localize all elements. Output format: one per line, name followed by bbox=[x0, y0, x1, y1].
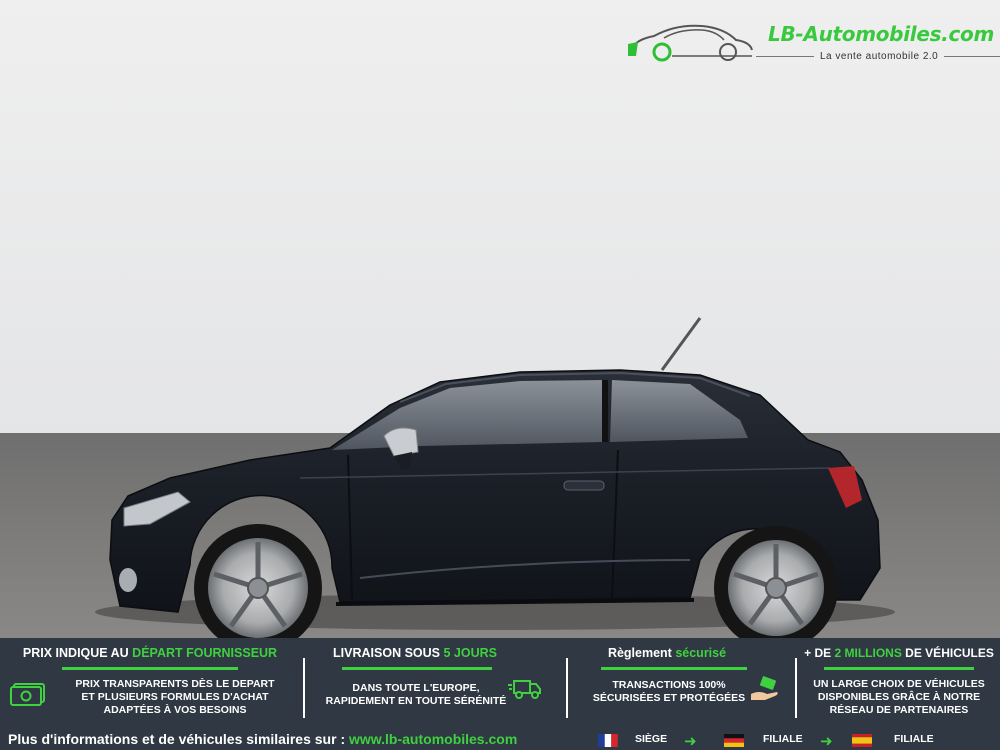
website-link[interactable]: www.lb-automobiles.com bbox=[349, 731, 517, 747]
feature-underline bbox=[601, 667, 747, 670]
banner-divider bbox=[566, 658, 568, 718]
location-branch-germany: FILIALE bbox=[763, 733, 803, 745]
location-hq: SIÈGE bbox=[635, 733, 668, 745]
feature-description: UN LARGE CHOIX DE VÉHICULES DISPONIBLES … bbox=[813, 678, 985, 716]
feature-title: PRIX INDIQUE AU DÉPART FOURNISSEUR bbox=[22, 646, 278, 660]
feature-underline bbox=[824, 667, 974, 670]
truck-icon bbox=[508, 680, 541, 699]
france-flag bbox=[598, 734, 618, 747]
feature-description: DANS TOUTE L'EUROPE, RAPIDEMENT EN TOUTE… bbox=[325, 682, 507, 707]
feature-description: TRANSACTIONS 100% SÉCURISÉES ET PROTÉGÉE… bbox=[592, 679, 746, 704]
feature-description: PRIX TRANSPARENTS DÈS LE DEPART ET PLUSI… bbox=[75, 678, 275, 716]
feature-title: + DE 2 MILLIONS DE VÉHICULES bbox=[804, 646, 994, 660]
car-outline-icon bbox=[628, 24, 753, 62]
feature-underline bbox=[342, 667, 492, 670]
car-photo-scene bbox=[0, 0, 1000, 638]
feature-stock: + DE 2 MILLIONS DE VÉHICULES UN LARGE CH… bbox=[798, 638, 1000, 726]
arrow-right-icon: ➜ bbox=[684, 733, 697, 750]
banner-divider bbox=[303, 658, 305, 718]
arrow-right-icon: ➜ bbox=[820, 733, 833, 750]
footer: Plus d'informations et de véhicules simi… bbox=[0, 728, 1000, 750]
footer-info: Plus d'informations et de véhicules simi… bbox=[8, 731, 518, 747]
feature-title: LIVRAISON SOUS 5 JOURS bbox=[333, 646, 497, 660]
feature-price: PRIX INDIQUE AU DÉPART FOURNISSEUR PRIX … bbox=[0, 638, 300, 726]
logo-name: LB-Automobiles.com bbox=[768, 22, 995, 46]
logo-tagline: La vente automobile 2.0 bbox=[814, 51, 945, 62]
feature-title: Règlement sécurisé bbox=[607, 646, 727, 660]
spain-flag bbox=[852, 734, 872, 747]
brand-logo[interactable]: LB-Automobiles.com La vente automobile 2… bbox=[624, 18, 1000, 70]
banner-divider bbox=[795, 658, 797, 718]
payment-hand-icon bbox=[751, 676, 778, 700]
feature-delivery: LIVRAISON SOUS 5 JOURS DANS TOUTE L'EURO… bbox=[306, 638, 564, 726]
germany-flag bbox=[724, 734, 744, 747]
feature-underline bbox=[62, 667, 238, 670]
feature-payment: Règlement sécurisé TRANSACTIONS 100% SÉC… bbox=[569, 638, 793, 726]
car-photo: LB-Automobiles.com La vente automobile 2… bbox=[0, 0, 1000, 638]
banknote-icon bbox=[10, 683, 45, 706]
location-branch-spain: FILIALE bbox=[894, 733, 934, 745]
